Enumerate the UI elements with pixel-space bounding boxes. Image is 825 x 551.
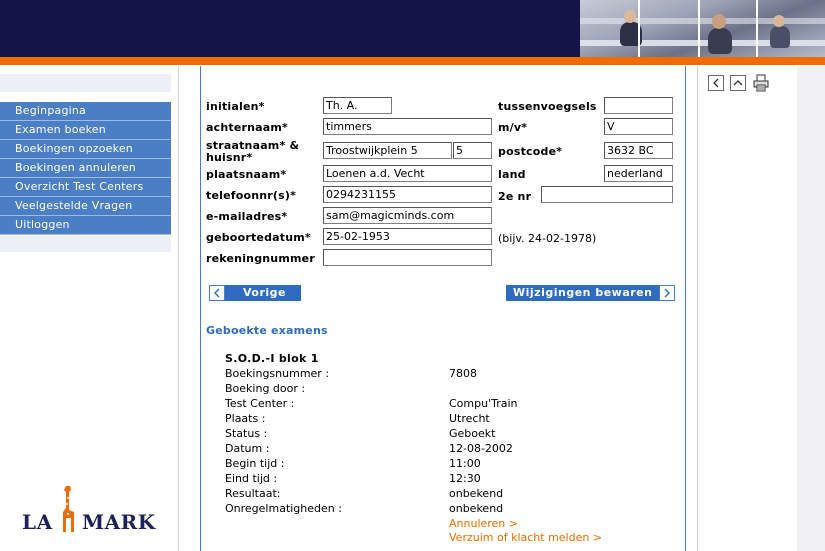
tweede-nr-label: 2e nr xyxy=(498,190,532,203)
initialen-input[interactable]: Th. A. xyxy=(323,97,392,114)
land-label: land xyxy=(498,168,526,181)
booking-detail-value: Geboekt xyxy=(449,427,496,440)
booking-detail-row: Resultaat: onbekend xyxy=(225,487,625,502)
page: Beginpagina Examen boeken Boekingen opzo… xyxy=(0,0,825,551)
booking-detail-label: Plaats : xyxy=(225,412,266,425)
booking-detail-value: Compu'Train xyxy=(449,397,518,410)
rekeningnummer-input[interactable] xyxy=(323,249,492,266)
achternaam-label: achternaam* xyxy=(206,121,289,134)
back-button[interactable] xyxy=(708,75,724,91)
plaatsnaam-input[interactable]: Loenen a.d. Vecht xyxy=(323,165,492,182)
header-photo xyxy=(580,0,825,57)
booking-detail-label: Status : xyxy=(225,427,268,440)
booking-detail-row: Plaats : Utrecht xyxy=(225,412,625,427)
booking-detail-row: Datum : 12-08-2002 xyxy=(225,442,625,457)
lamark-logo: LA MARK xyxy=(22,484,162,539)
booking-detail-value: 11:00 xyxy=(449,457,481,470)
vorige-button-label: Vorige xyxy=(225,285,301,301)
tweede-nr-input[interactable] xyxy=(541,186,673,203)
booking-detail-row: Begin tijd : 11:00 xyxy=(225,457,625,472)
postcode-label: postcode* xyxy=(498,145,563,158)
nav-item-examen-boeken[interactable]: Examen boeken xyxy=(0,121,171,140)
chevron-up-icon xyxy=(733,80,743,86)
plaatsnaam-label: plaatsnaam* xyxy=(206,168,287,181)
booking-detail-label: Resultaat: xyxy=(225,487,281,500)
initialen-label: initialen* xyxy=(206,100,265,113)
vorige-button[interactable]: Vorige xyxy=(209,285,301,301)
straatnaam-input[interactable]: Troostwijkplein 5 xyxy=(323,142,452,159)
huisnr-label: huisnr* xyxy=(206,151,253,164)
booking-detail-row: Boeking door : xyxy=(225,382,625,397)
achternaam-input[interactable]: timmers xyxy=(323,118,492,135)
booking-detail-label: Test Center : xyxy=(225,397,295,410)
telefoon-input[interactable]: 0294231155 xyxy=(323,186,492,203)
email-label: e-mailadres* xyxy=(206,210,288,223)
nav-item-boekingen-opzoeken[interactable]: Boekingen opzoeken xyxy=(0,140,171,159)
booking-detail-value: Utrecht xyxy=(449,412,490,425)
booking-detail-value: onbekend xyxy=(449,487,504,500)
booking-detail-label: Begin tijd : xyxy=(225,457,285,470)
huisnr-input[interactable]: 5 xyxy=(453,142,492,159)
tussenvoegsels-input[interactable] xyxy=(604,97,673,114)
nav-item-beginpagina[interactable]: Beginpagina xyxy=(0,102,171,121)
booking-details: Boekingsnummer : 7808 Boeking door : Test C… xyxy=(225,367,625,517)
booking-detail-row: Onregelmatigheden : onbekend xyxy=(225,502,625,517)
chevron-right-icon xyxy=(664,288,671,298)
rekeningnummer-label: rekeningnummer xyxy=(206,252,315,265)
booking-detail-value: 7808 xyxy=(449,367,477,380)
postcode-input[interactable]: 3632 BC xyxy=(604,142,673,159)
profile-form: initialen* Th. A. tussenvoegsels achtern… xyxy=(201,66,685,551)
mv-label: m/v* xyxy=(498,121,528,134)
accent-bar xyxy=(0,57,825,65)
booking-detail-value: 12:30 xyxy=(449,472,481,485)
booking-detail-row: Status : Geboekt xyxy=(225,427,625,442)
land-input[interactable]: nederland xyxy=(604,165,673,182)
exam-title: S.O.D.-I blok 1 xyxy=(225,352,319,365)
booking-detail-label: Boekingsnummer : xyxy=(225,367,330,380)
print-button[interactable] xyxy=(753,74,769,95)
nav-item-veelgestelde-vragen[interactable]: Veelgestelde Vragen xyxy=(0,197,171,216)
booking-detail-value: 12-08-2002 xyxy=(449,442,513,455)
booking-detail-label: Eind tijd : xyxy=(225,472,278,485)
geboortedatum-hint: (bijv. 24-02-1978) xyxy=(498,232,597,245)
booking-detail-label: Onregelmatigheden : xyxy=(225,502,342,515)
main-nav: Beginpagina Examen boeken Boekingen opzo… xyxy=(0,102,171,235)
mv-input[interactable]: V xyxy=(604,118,673,135)
booking-detail-label: Boeking door : xyxy=(225,382,306,395)
booking-detail-row: Test Center : Compu'Train xyxy=(225,397,625,412)
telefoon-label: telefoonnr(s)* xyxy=(206,189,297,202)
booking-detail-row: Boekingsnummer : 7808 xyxy=(225,367,625,382)
geboortedatum-input[interactable]: 25-02-1953 xyxy=(323,228,492,245)
nav-item-uitloggen[interactable]: Uitloggen xyxy=(0,216,171,235)
nav-item-overzicht-test-centers[interactable]: Overzicht Test Centers xyxy=(0,178,171,197)
wijzigingen-bewaren-label: Wijzigingen bewaren xyxy=(506,285,660,301)
nav-item-boekingen-annuleren[interactable]: Boekingen annuleren xyxy=(0,159,171,178)
chevron-left-icon xyxy=(713,78,719,88)
annuleren-link[interactable]: Annuleren > xyxy=(449,517,518,530)
booking-detail-row: Eind tijd : 12:30 xyxy=(225,472,625,487)
verzuim-klacht-link[interactable]: Verzuim of klacht melden > xyxy=(449,531,602,544)
chevron-left-icon xyxy=(214,288,220,298)
booking-detail-value: onbekend xyxy=(449,502,504,515)
top-button[interactable] xyxy=(730,75,746,91)
right-panel xyxy=(698,66,797,551)
geboortedatum-label: geboortedatum* xyxy=(206,231,311,244)
giraffe-icon xyxy=(63,486,74,532)
printer-icon xyxy=(753,74,769,92)
email-input[interactable]: sam@magicminds.com xyxy=(323,207,492,224)
left-panel: Beginpagina Examen boeken Boekingen opzo… xyxy=(0,66,178,551)
wijzigingen-bewaren-button[interactable]: Wijzigingen bewaren xyxy=(506,285,676,301)
tussenvoegsels-label: tussenvoegsels xyxy=(498,100,597,113)
booking-detail-label: Datum : xyxy=(225,442,270,455)
geboekte-examens-title: Geboekte examens xyxy=(206,324,328,337)
